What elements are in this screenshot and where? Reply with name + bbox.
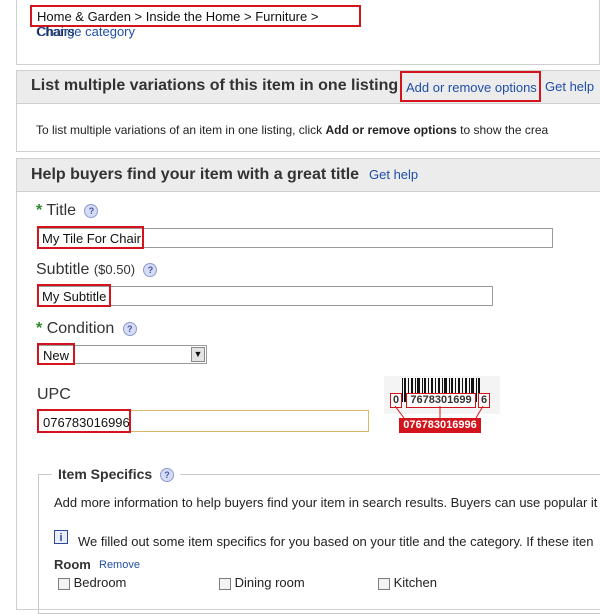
info-icon: i bbox=[54, 530, 68, 544]
help-icon[interactable]: ? bbox=[160, 468, 175, 483]
title-input-value: My Tile For Chair bbox=[37, 226, 144, 249]
room-remove-link[interactable]: Remove bbox=[99, 559, 140, 571]
checkbox[interactable] bbox=[219, 577, 231, 590]
variations-desc-prefix: To list multiple variations of an item i… bbox=[36, 123, 326, 137]
item-specifics-description: Add more information to help buyers find… bbox=[54, 495, 598, 510]
subtitle-label-text: Subtitle bbox=[36, 261, 90, 278]
variations-desc-bold: Add or remove options bbox=[325, 123, 457, 137]
subtitle-input-value: My Subtitle bbox=[37, 284, 111, 307]
room-label: Room bbox=[54, 557, 91, 572]
room-option-label: Bedroom bbox=[73, 575, 127, 590]
condition-label-text: Condition bbox=[46, 320, 115, 337]
change-category-link[interactable]: Change category bbox=[36, 24, 135, 39]
variations-desc-suffix: to show the crea bbox=[456, 123, 549, 137]
help-icon[interactable]: ? bbox=[143, 262, 158, 277]
title-label: * Title ? bbox=[36, 202, 99, 220]
title-section-header: Help buyers find your item with a great … bbox=[17, 159, 600, 192]
required-star: * bbox=[36, 320, 43, 337]
title-label-text: Title bbox=[46, 202, 77, 219]
upc-input-value: 076783016996 bbox=[37, 409, 131, 433]
chevron-down-icon[interactable]: ▼ bbox=[191, 347, 205, 362]
barcode-caption: 076783016996 bbox=[399, 418, 481, 433]
condition-label: * Condition ? bbox=[36, 320, 137, 338]
help-icon[interactable]: ? bbox=[122, 321, 137, 336]
subtitle-price: ($0.50) bbox=[93, 262, 136, 277]
item-specifics-legend: Item Specifics ? bbox=[52, 466, 181, 483]
room-option-label: Dining room bbox=[234, 575, 305, 590]
checkbox[interactable] bbox=[58, 577, 70, 590]
variations-title: List multiple variations of this item in… bbox=[31, 77, 399, 94]
variations-description: To list multiple variations of an item i… bbox=[36, 123, 548, 137]
add-remove-options-button[interactable]: Add or remove options bbox=[400, 71, 541, 102]
checkbox[interactable] bbox=[378, 577, 390, 590]
item-specifics-legend-text: Item Specifics bbox=[58, 466, 153, 482]
room-option-bedroom[interactable]: Bedroom bbox=[58, 575, 126, 590]
variations-get-help-link[interactable]: Get help bbox=[545, 79, 594, 94]
room-option-dining-room[interactable]: Dining room bbox=[219, 575, 305, 590]
title-section-heading: Help buyers find your item with a great … bbox=[31, 166, 360, 183]
title-get-help-link[interactable]: Get help bbox=[369, 167, 418, 182]
item-specifics-info-text: We filled out some item specifics for yo… bbox=[78, 534, 594, 549]
help-icon[interactable]: ? bbox=[84, 203, 99, 218]
barcode-image: 0 7678301699 6 076783016996 bbox=[384, 376, 500, 436]
room-option-label: Kitchen bbox=[393, 575, 437, 590]
room-option-kitchen[interactable]: Kitchen bbox=[378, 575, 437, 590]
upc-label: UPC bbox=[37, 386, 71, 403]
condition-selected-value: New bbox=[37, 343, 75, 365]
required-star: * bbox=[36, 202, 43, 219]
subtitle-label: Subtitle ($0.50) ? bbox=[36, 261, 158, 279]
